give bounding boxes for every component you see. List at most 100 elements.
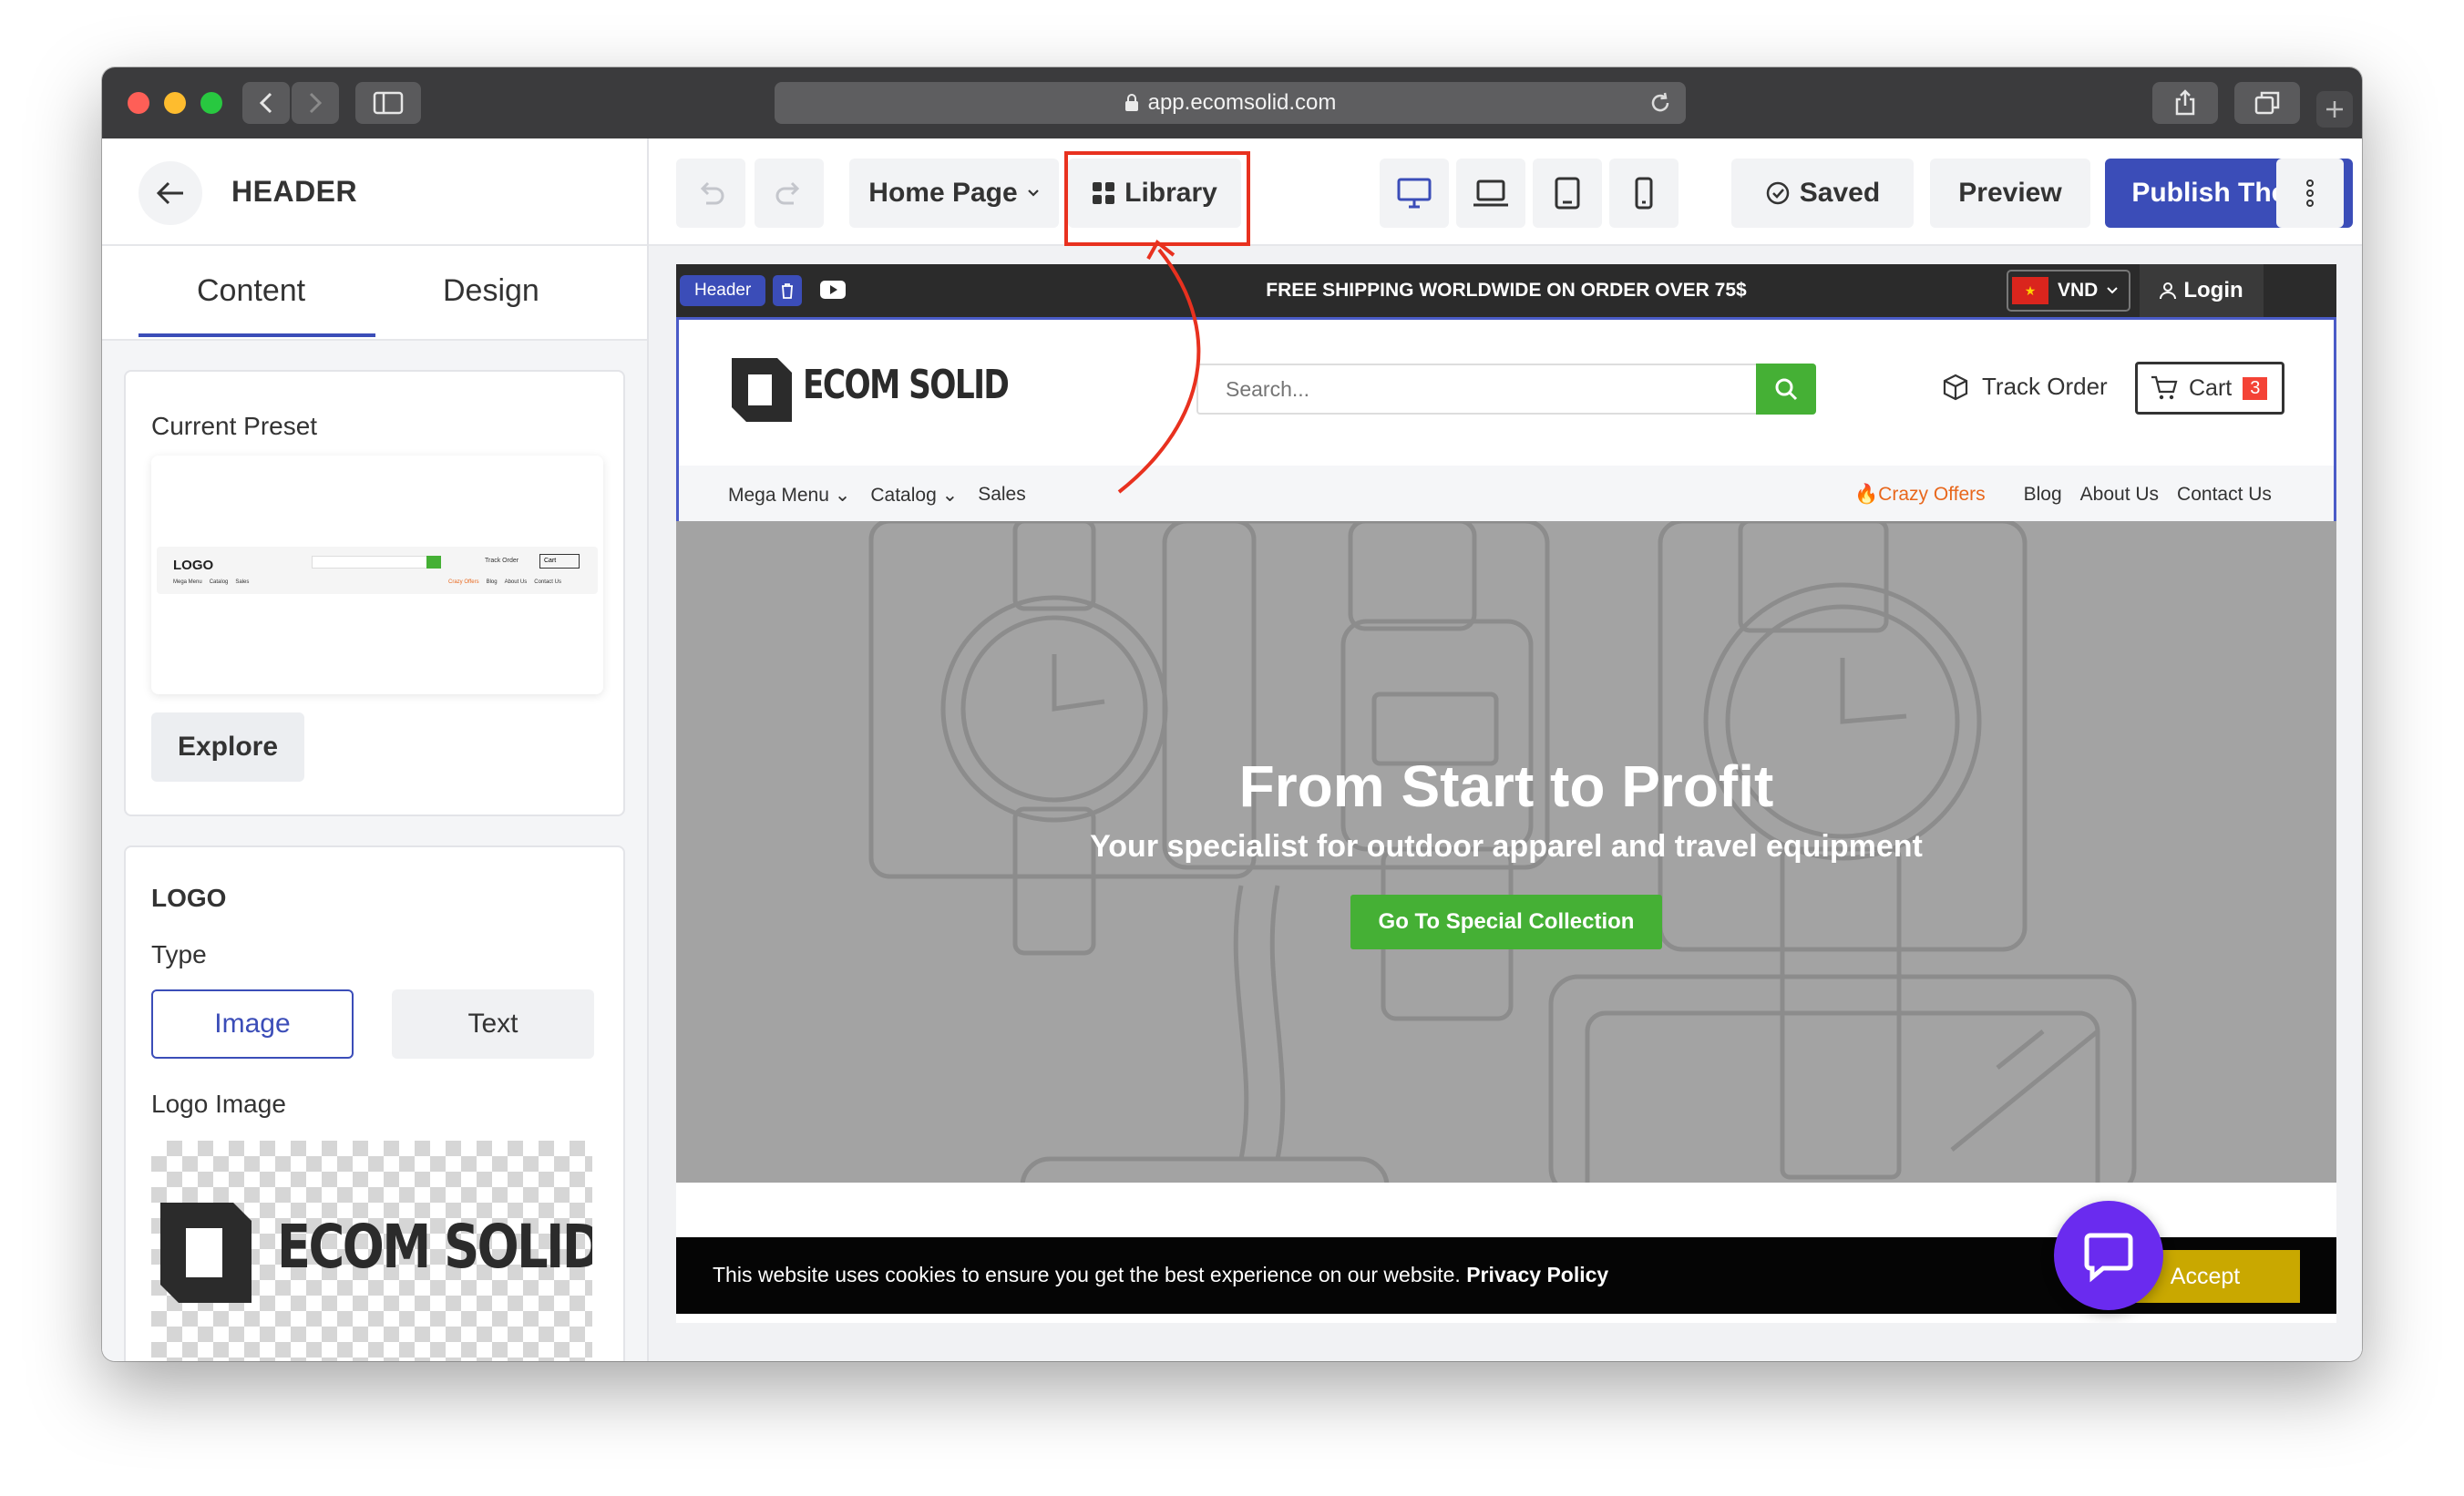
logo-image-dropzone[interactable]: ECOM SOLID (151, 1141, 592, 1361)
tabs-overview-button[interactable] (2234, 82, 2300, 124)
arrow-left-icon (156, 181, 183, 205)
editor-area: Home Page Library Saved Preview Publish … (649, 138, 2362, 1361)
redo-icon (775, 181, 800, 205)
thumb-nav-item: About Us (504, 579, 528, 585)
chevron-down-icon: ⌄ (941, 485, 959, 506)
nav-item-mega-menu[interactable]: Mega Menu ⌄ (728, 484, 850, 507)
logo-heading: LOGO (151, 884, 227, 912)
nav-item-catalog[interactable]: Catalog ⌄ (870, 484, 958, 507)
preset-thumbnail[interactable]: LOGO Track Order Cart Mega Menu Catalog … (151, 456, 603, 694)
search-input[interactable] (1198, 365, 1756, 413)
thumb-cart-label: Cart (544, 558, 557, 564)
chat-bubble-icon (2084, 1233, 2133, 1283)
saved-label: Saved (1799, 178, 1881, 208)
tab-design[interactable]: Design (443, 273, 539, 309)
login-label: Login (2183, 278, 2243, 302)
undo-button[interactable] (676, 159, 745, 228)
page-selector[interactable]: Home Page (849, 159, 1059, 228)
preview-button[interactable]: Preview (1930, 159, 2090, 228)
settings-panel: HEADER Content Design Current Preset LOG… (102, 138, 649, 1361)
back-button[interactable] (139, 161, 202, 225)
cookie-message: This website uses cookies to ensure you … (713, 1263, 1461, 1286)
search-button[interactable] (1756, 364, 1816, 415)
chat-button[interactable] (2054, 1201, 2163, 1310)
url-text: app.ecomsolid.com (1147, 90, 1337, 115)
back-nav-button[interactable] (242, 82, 290, 124)
panel-title: HEADER (231, 175, 358, 208)
zoom-window-button[interactable] (200, 92, 222, 114)
tab-content[interactable]: Content (197, 273, 305, 309)
site-header[interactable]: ECOM SOLID Track Order Cart 3 (676, 317, 2336, 522)
library-highlight-box (1064, 151, 1250, 246)
new-tab-button[interactable] (2316, 91, 2353, 128)
sidebar-icon (373, 91, 404, 115)
type-text-option[interactable]: Text (392, 989, 594, 1059)
cart-button[interactable]: Cart 3 (2135, 362, 2284, 415)
forward-nav-button[interactable] (292, 82, 339, 124)
fire-icon: 🔥 (1854, 484, 1879, 505)
currency-selector[interactable]: ★ VND (2007, 270, 2130, 312)
nav-item-blog[interactable]: Blog (2024, 484, 2062, 506)
device-tablet-button[interactable] (1533, 159, 1602, 228)
thumb-logo: LOGO (173, 558, 214, 573)
site-logo-text[interactable]: ECOM SOLID (803, 362, 1010, 408)
currency-label: VND (2058, 280, 2099, 301)
sidebar-toggle-button[interactable] (355, 82, 421, 124)
nav-item-label: Mega Menu (728, 485, 829, 506)
privacy-policy-link[interactable]: Privacy Policy (1466, 1263, 1608, 1286)
nav-item-crazy-offers[interactable]: 🔥Crazy Offers (1854, 484, 1986, 506)
minimize-window-button[interactable] (164, 92, 186, 114)
chevron-down-icon (2107, 287, 2119, 294)
address-bar[interactable]: app.ecomsolid.com (775, 82, 1686, 124)
more-options-button[interactable] (2276, 159, 2344, 228)
close-window-button[interactable] (128, 92, 149, 114)
device-laptop-button[interactable] (1456, 159, 1525, 228)
plus-icon (2326, 101, 2343, 118)
chevron-right-icon (309, 92, 323, 114)
type-image-option[interactable]: Image (151, 989, 354, 1059)
logo-preview-text: ECOM SOLID (277, 1212, 592, 1282)
laptop-icon (1473, 179, 1508, 207)
mobile-icon (1635, 177, 1653, 210)
hero-banner: From Start to Profit Your specialist for… (676, 521, 2336, 1183)
hero-title: From Start to Profit (1238, 753, 1774, 819)
nav-item-sales[interactable]: Sales (978, 484, 1026, 507)
undo-icon (700, 181, 724, 205)
hero-cta-button[interactable]: Go To Special Collection (1350, 895, 1662, 949)
panel-header: HEADER (102, 138, 647, 246)
nav-item-label: Crazy Offers (1878, 484, 1986, 505)
vietnam-flag-icon: ★ (2012, 277, 2048, 304)
page-canvas: Header FREE SHIPPING WORLDWIDE ON ORDER … (676, 264, 2336, 1323)
login-button[interactable]: Login (2140, 264, 2264, 317)
redo-button[interactable] (755, 159, 824, 228)
active-tab-indicator (139, 333, 375, 337)
box-icon (1943, 374, 1968, 400)
thumb-track: Track Order (485, 558, 519, 564)
thumb-nav-item: Crazy Offers (448, 579, 479, 585)
nav-item-about-us[interactable]: About Us (2080, 484, 2159, 506)
nav-item-contact-us[interactable]: Contact Us (2177, 484, 2272, 506)
nav-item-label: Catalog (870, 485, 937, 506)
thumb-nav-item: Sales (235, 579, 250, 585)
lock-icon (1124, 94, 1138, 111)
track-order-link[interactable]: Track Order (1942, 373, 2108, 401)
user-icon (2160, 282, 2177, 300)
nav-right: 🔥Crazy Offers Blog About Us Contact Us (1854, 484, 2272, 506)
page-selector-label: Home Page (868, 178, 1018, 208)
nav-left: Mega Menu ⌄ Catalog ⌄ Sales (728, 484, 1026, 507)
explore-button[interactable]: Explore (151, 712, 304, 782)
share-button[interactable] (2152, 82, 2218, 124)
site-search (1196, 364, 1816, 415)
reload-icon[interactable] (1648, 90, 1673, 116)
editor-toolbar: Home Page Library Saved Preview Publish … (649, 138, 2362, 246)
logo-settings-card: LOGO Type Image Text Logo Image ECOM SOL… (124, 845, 625, 1361)
logo-mark-icon (160, 1203, 252, 1303)
cart-label: Cart (2189, 374, 2233, 401)
thumb-nav-item: Contact Us (534, 579, 561, 585)
thumb-cart: Cart (539, 554, 580, 569)
device-desktop-button[interactable] (1380, 159, 1449, 228)
chevron-down-icon (1027, 190, 1039, 197)
device-mobile-button[interactable] (1609, 159, 1679, 228)
saved-button[interactable]: Saved (1731, 159, 1914, 228)
cookie-text: This website uses cookies to ensure you … (713, 1263, 1608, 1287)
